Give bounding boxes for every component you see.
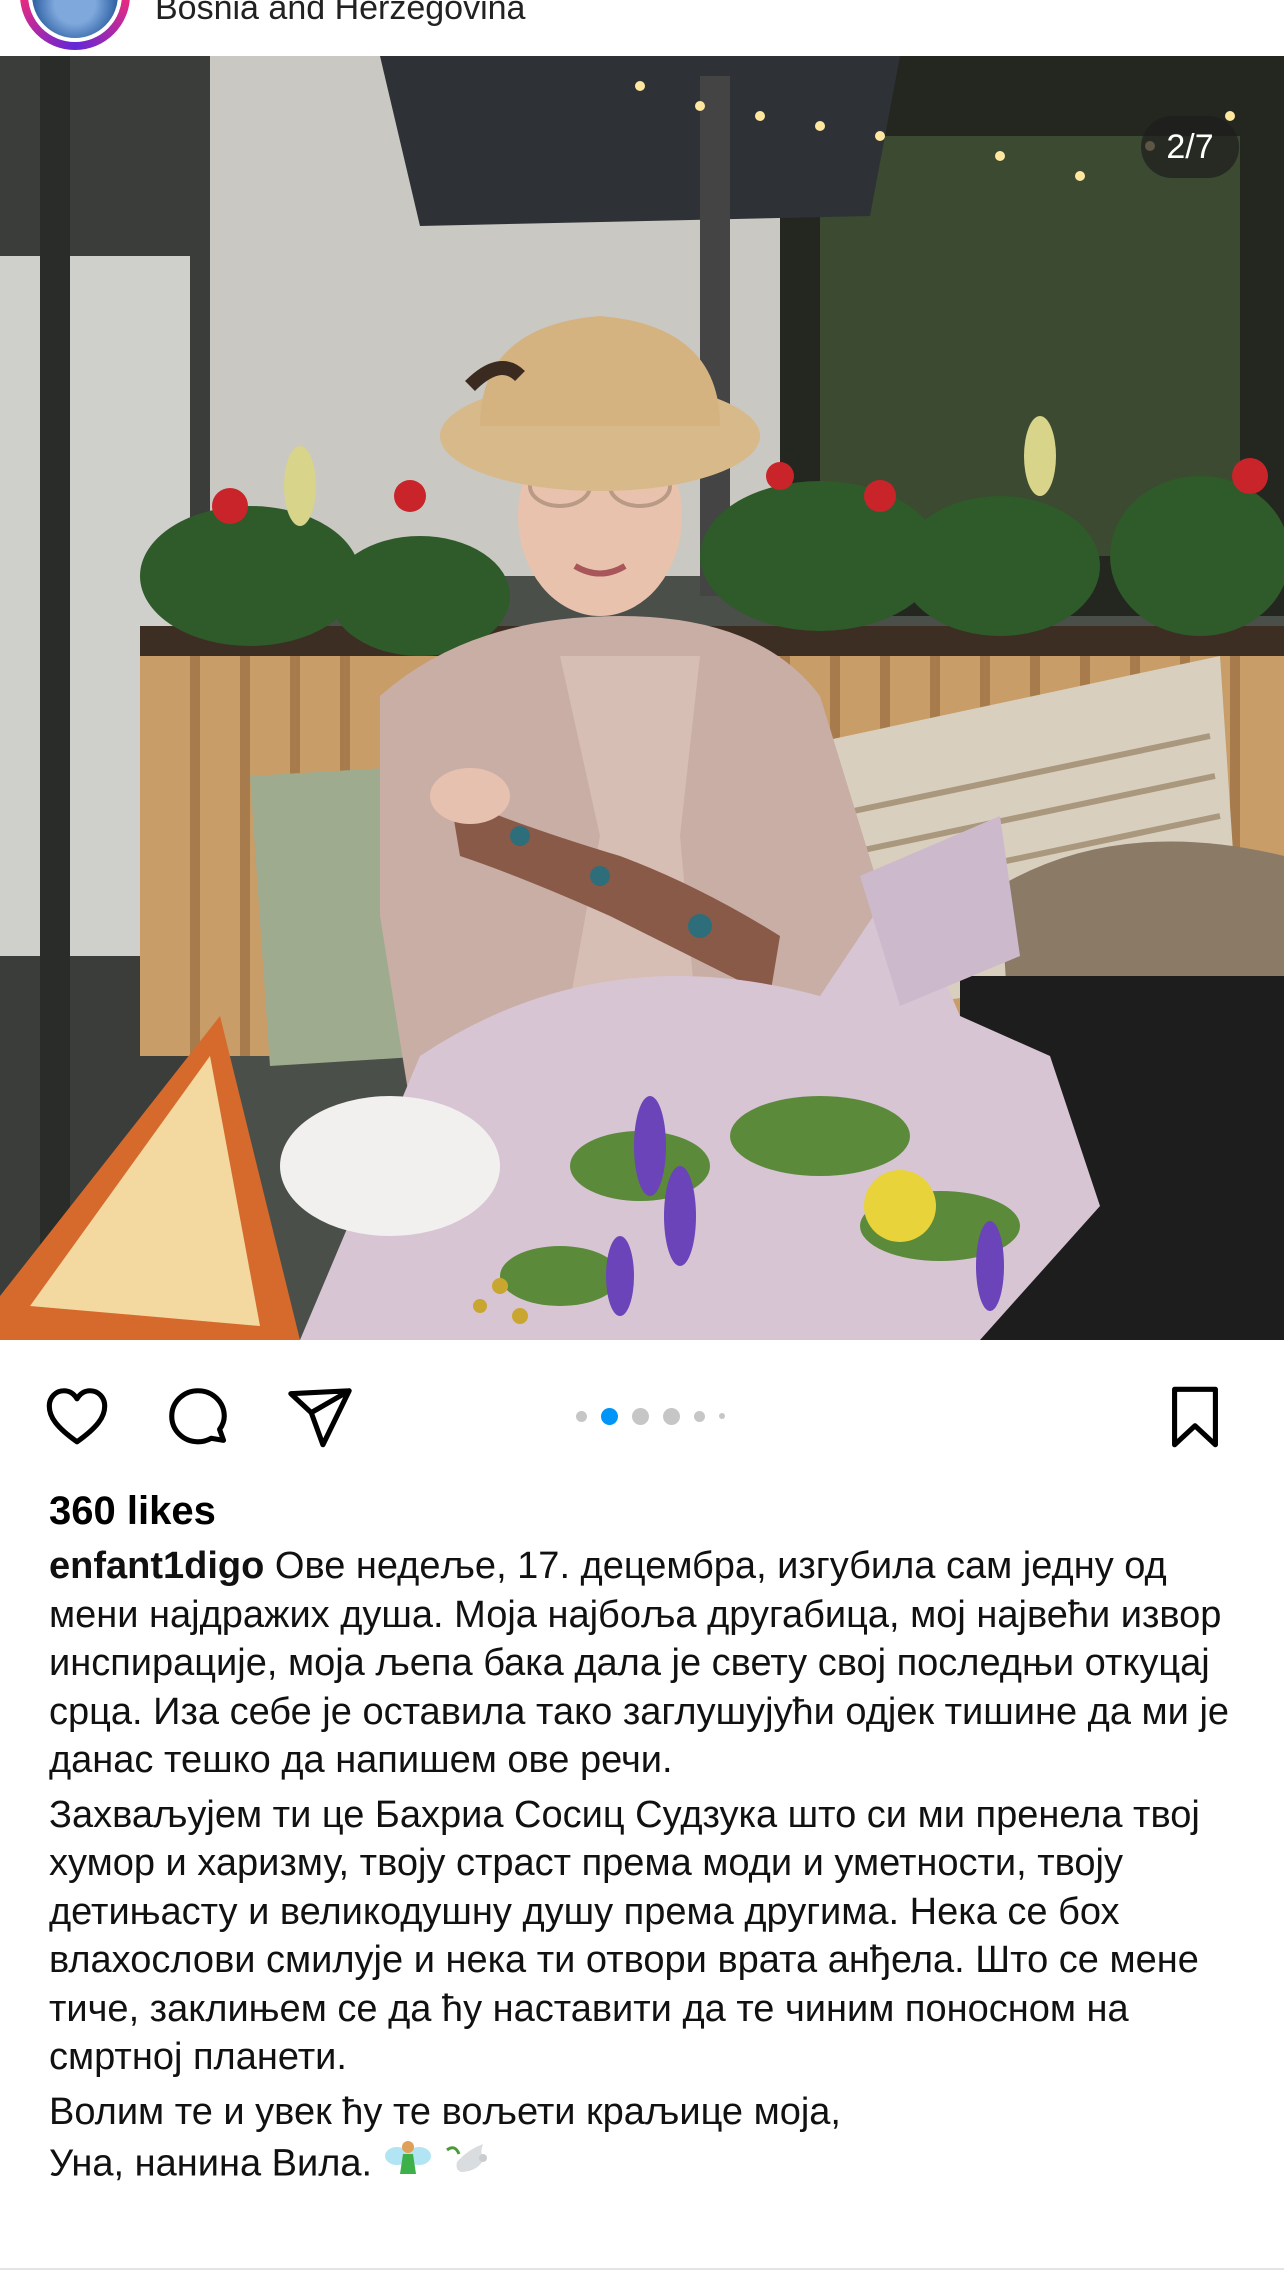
username[interactable]: enfant1digo xyxy=(49,1545,264,1587)
post-actions xyxy=(0,1340,1284,1480)
caption-line-3: Волим те и увек ћу те вољети краљице мој… xyxy=(49,2090,841,2133)
dove-emoji-icon xyxy=(443,2136,495,2195)
post-photo[interactable]: 2/7 xyxy=(0,56,1284,1340)
fairy-emoji-icon xyxy=(383,2136,433,2195)
carousel-dot xyxy=(694,1410,705,1422)
paper-plane-icon[interactable] xyxy=(285,1382,355,1452)
caption-paragraph-1: enfant1digo Ове недеље, 17. децембра, из… xyxy=(49,1542,1249,1785)
likes-count[interactable]: 360 likes xyxy=(49,1486,216,1536)
heart-icon[interactable] xyxy=(42,1382,112,1452)
post-header: Bosnia and Herzegovina xyxy=(0,0,1284,56)
comment-bubble-icon[interactable] xyxy=(163,1382,233,1452)
carousel-dot xyxy=(663,1407,680,1425)
post-location[interactable]: Bosnia and Herzegovina xyxy=(155,0,525,28)
bookmark-icon[interactable] xyxy=(1162,1382,1228,1452)
post-caption: enfant1digo Ове недеље, 17. децембра, из… xyxy=(49,1542,1249,2195)
carousel-dot xyxy=(719,1413,725,1419)
carousel-dot xyxy=(576,1410,587,1422)
avatar[interactable] xyxy=(20,0,130,50)
caption-paragraph-2: Захваљујем ти це Бахриа Сосиц Судзука шт… xyxy=(49,1793,1200,2079)
carousel-dot-active xyxy=(601,1407,618,1425)
photo-illustration xyxy=(0,56,1284,1340)
carousel-dot xyxy=(632,1407,649,1425)
divider xyxy=(0,2268,1284,2270)
caption-paragraph-3: Волим те и увек ћу те вољети краљице мој… xyxy=(49,2088,1249,2195)
carousel-indicator xyxy=(576,1406,725,1426)
image-counter: 2/7 xyxy=(1141,116,1239,178)
caption-line-4: Уна, нанина Вила. xyxy=(49,2142,373,2185)
